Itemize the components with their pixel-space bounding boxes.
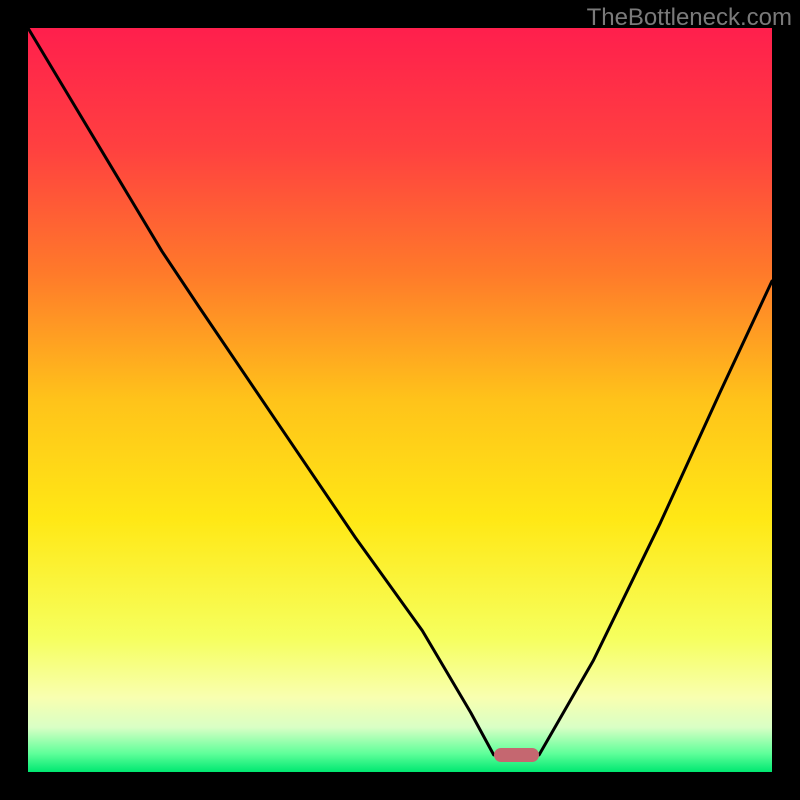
- plot-area: [28, 28, 772, 772]
- bottleneck-curve: [28, 28, 772, 772]
- watermark-text: TheBottleneck.com: [587, 4, 792, 32]
- chart-container: TheBottleneck.com: [0, 0, 800, 800]
- optimal-marker: [494, 748, 539, 762]
